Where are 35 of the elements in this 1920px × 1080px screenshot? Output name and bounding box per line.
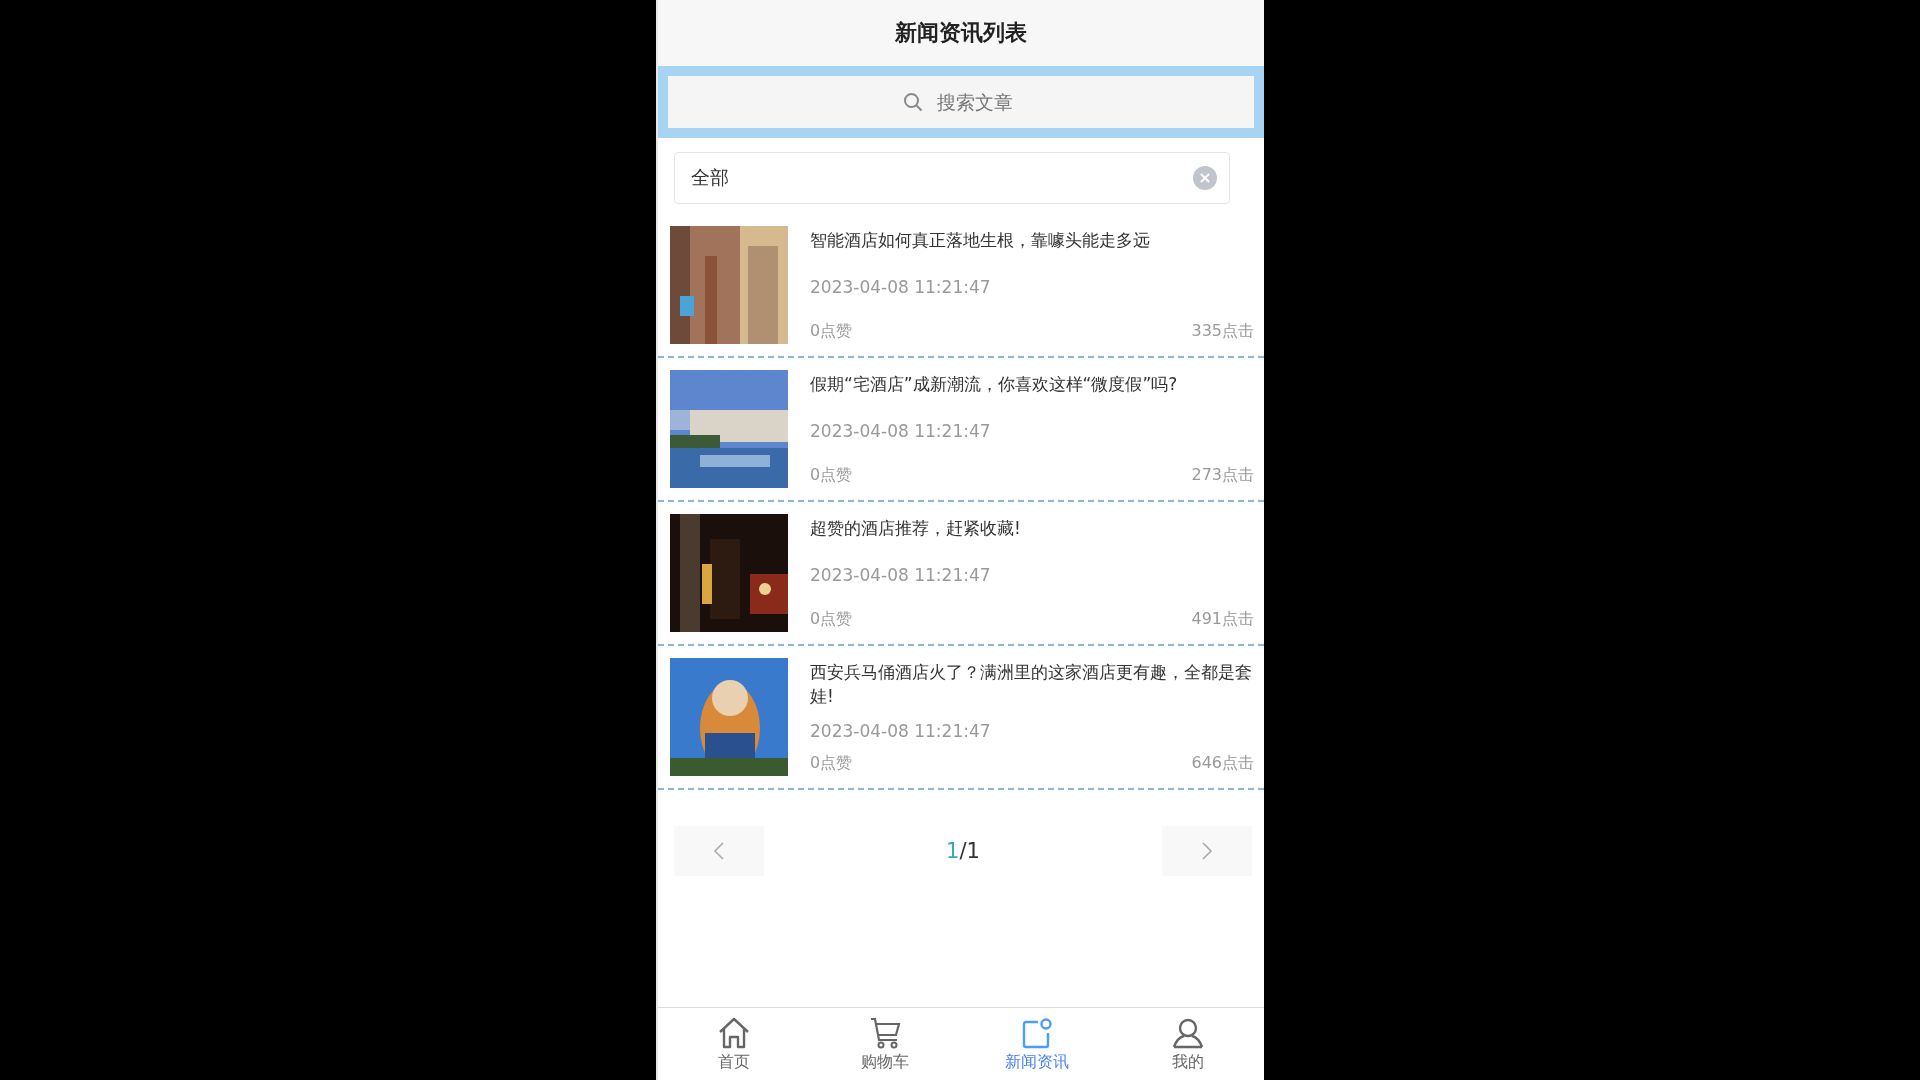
article-date: 2023-04-08 11:21:47 — [810, 564, 992, 585]
article-title[interactable]: 超赞的酒店推荐，赶紧收藏! — [810, 516, 1254, 540]
chevron-left-icon — [713, 841, 725, 861]
clear-icon[interactable] — [1193, 166, 1217, 190]
tab-item[interactable]: 购物车 — [809, 1008, 961, 1080]
tab-item[interactable]: 新闻资讯 — [961, 1008, 1113, 1080]
article-title[interactable]: 智能酒店如何真正落地生根，靠噱头能走多远 — [810, 228, 1254, 252]
article-item[interactable]: 超赞的酒店推荐，赶紧收藏! 2023-04-08 11:21:47 0点赞 491点击 — [658, 502, 1264, 646]
article-item[interactable]: 假期“宅酒店”成新潮流，你喜欢这样“微度假”吗? 2023-04-08 11:21:47 0点赞 273点击 — [658, 358, 1264, 502]
article-date: 2023-04-08 11:21:47 — [810, 420, 992, 441]
click-count: 646点击 — [1191, 753, 1254, 774]
article-title[interactable]: 西安兵马俑酒店火了？满洲里的这家酒店更有趣，全都是套娃! — [810, 660, 1254, 708]
article-item[interactable]: 智能酒店如何真正落地生根，靠噱头能走多远 2023-04-08 11:21:47 0点赞 335点击 — [658, 214, 1264, 358]
click-count: 491点击 — [1191, 609, 1254, 630]
category-field[interactable]: 全部 — [674, 152, 1230, 204]
article-date: 2023-04-08 11:21:47 — [810, 720, 992, 741]
page-title: 新闻资讯列表 — [895, 19, 1027, 47]
article-item[interactable]: 西安兵马俑酒店火了？满洲里的这家酒店更有趣，全都是套娃! 2023-04-08 11:21:47 0点赞 646点击 — [658, 646, 1264, 790]
category-value: 全部 — [691, 165, 729, 190]
page-indicator: 1/1 — [946, 839, 980, 863]
article-title[interactable]: 假期“宅酒店”成新潮流，你喜欢这样“微度假”吗? — [810, 372, 1254, 396]
like-count: 0点赞 — [810, 609, 853, 630]
like-count: 0点赞 — [810, 753, 853, 774]
next-page-button[interactable] — [1162, 826, 1252, 876]
previous-page-button[interactable] — [674, 826, 764, 876]
like-count: 0点赞 — [810, 321, 853, 342]
click-count: 335点击 — [1191, 321, 1254, 342]
click-count: 273点击 — [1191, 465, 1254, 486]
like-count: 0点赞 — [810, 465, 853, 486]
article-date: 2023-04-08 11:21:47 — [810, 276, 992, 297]
cart-icon — [868, 1015, 903, 1050]
search-field[interactable]: 搜索文章 — [668, 76, 1254, 128]
tab-item[interactable]: 我的 — [1112, 1008, 1264, 1080]
tab-item[interactable]: 首页 — [658, 1008, 810, 1080]
chevron-right-icon — [1201, 841, 1213, 861]
